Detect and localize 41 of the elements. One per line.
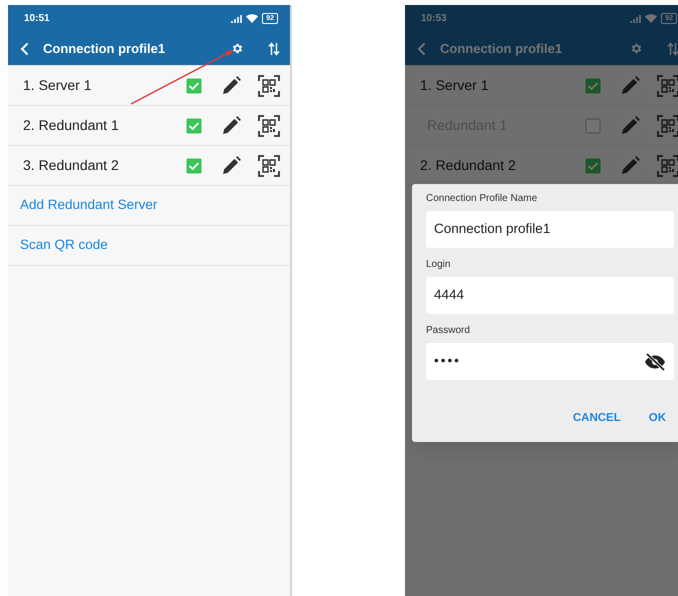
server-name[interactable]: 2. Redundant 2 <box>420 155 516 176</box>
pencil-icon[interactable] <box>221 156 241 176</box>
qr-code-icon[interactable] <box>258 114 280 136</box>
input-field[interactable]: •••• <box>426 343 674 380</box>
dialog-button[interactable]: CANCEL <box>566 406 627 432</box>
action-link[interactable]: Add Redundant Server <box>20 195 158 216</box>
settings-icon[interactable] <box>630 42 643 55</box>
checkbox[interactable] <box>186 158 202 174</box>
field-label: Password <box>426 324 471 338</box>
screen-title: Connection profile1 <box>43 40 166 58</box>
field-label: Connection Profile Name <box>426 192 538 206</box>
screen-title: Connection profile1 <box>440 40 562 58</box>
pencil-icon[interactable] <box>221 76 241 96</box>
eye-slash-icon[interactable] <box>644 352 666 370</box>
action-link[interactable]: Scan QR code <box>20 235 108 256</box>
checkbox[interactable] <box>585 78 601 94</box>
wifi-icon <box>645 14 658 23</box>
checkbox[interactable] <box>186 118 202 134</box>
server-name[interactable]: 1. Server 1 <box>23 75 92 96</box>
wifi-icon <box>246 14 258 23</box>
sort-icon[interactable] <box>667 42 678 56</box>
checkbox[interactable] <box>585 158 601 174</box>
input-field[interactable]: 4444 <box>426 277 674 314</box>
qr-code-icon[interactable] <box>258 154 280 176</box>
signal-icon <box>231 14 242 23</box>
field-label: Login <box>426 258 452 272</box>
status-time: 10:53 <box>421 12 447 26</box>
server-name[interactable]: 2. Redundant 1 <box>23 115 119 136</box>
back-icon[interactable] <box>20 42 29 56</box>
back-icon[interactable] <box>417 42 426 56</box>
pencil-icon[interactable] <box>221 116 241 136</box>
status-time: 10:51 <box>24 12 50 26</box>
server-name[interactable]: 3. Redundant 2 <box>23 155 119 176</box>
input-field[interactable]: Connection profile1 <box>426 211 674 248</box>
settings-icon[interactable] <box>231 42 244 55</box>
checkbox[interactable] <box>186 78 202 94</box>
signal-icon <box>630 14 642 23</box>
server-name[interactable]: 1. Server 1 <box>420 75 488 96</box>
dialog-button[interactable]: OK <box>642 406 672 432</box>
qr-code-icon[interactable] <box>258 74 280 96</box>
sort-icon[interactable] <box>268 42 280 56</box>
